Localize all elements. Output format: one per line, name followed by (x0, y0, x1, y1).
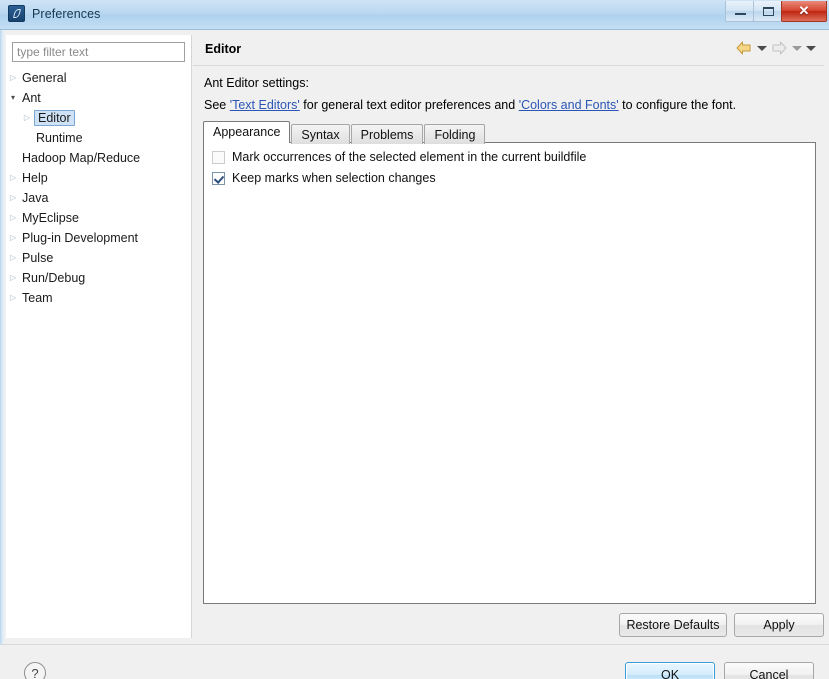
sidebar-item-label: Run/Debug (22, 271, 86, 285)
chevron-right-icon[interactable]: ▷ (6, 288, 20, 308)
preferences-tree: ▷ General ▾ Ant ▷ Editor ▷ Runtime ▷ (6, 68, 191, 308)
sidebar-item-label: Team (22, 291, 53, 305)
sidebar-item-label: General (22, 71, 67, 85)
sidebar-item-label: Pulse (22, 251, 54, 265)
filter-input[interactable] (12, 42, 185, 62)
sidebar-item-help[interactable]: ▷ Help (6, 168, 191, 188)
chevron-right-icon[interactable]: ▷ (6, 188, 20, 208)
ok-button[interactable]: OK (625, 662, 715, 679)
desc-prefix: See (204, 98, 230, 112)
chevron-right-icon[interactable]: ▷ (6, 208, 20, 228)
chevron-right-icon[interactable]: ▷ (20, 108, 34, 128)
page-description-line2: See 'Text Editors' for general text edit… (204, 98, 736, 112)
chevron-right-icon[interactable]: ▷ (6, 68, 20, 88)
sidebar-item-hadoop-map-reduce[interactable]: ▷ Hadoop Map/Reduce (6, 148, 191, 168)
chevron-right-icon[interactable]: ▷ (6, 248, 20, 268)
page-header: Editor (193, 35, 824, 66)
apply-button[interactable]: Apply (734, 613, 824, 637)
sidebar-item-pulse[interactable]: ▷ Pulse (6, 248, 191, 268)
restore-defaults-button[interactable]: Restore Defaults (619, 613, 727, 637)
sidebar-item-label: Ant (22, 91, 41, 105)
chevron-right-icon[interactable]: ▷ (6, 168, 20, 188)
page-navigation-toolbar (735, 40, 816, 56)
sidebar-item-label: Help (22, 171, 48, 185)
sidebar-item-ant[interactable]: ▾ Ant (6, 88, 191, 108)
sidebar-item-myeclipse[interactable]: ▷ MyEclipse (6, 208, 191, 228)
tree-spacer: ▷ (6, 148, 20, 168)
view-menu-dropdown-icon[interactable] (805, 40, 816, 56)
title-bar-left: Preferences (8, 5, 101, 22)
tab-problems[interactable]: Problems (350, 124, 424, 144)
close-button[interactable]: ✕ (781, 1, 827, 22)
checkbox-icon[interactable] (212, 150, 225, 164)
tab-panel-appearance: Mark occurrences of the selected element… (203, 142, 816, 604)
desc-suffix: to configure the font. (618, 98, 737, 112)
window-left-border (0, 30, 5, 679)
sidebar-item-label: Plug-in Development (22, 231, 139, 245)
forward-history-dropdown-icon (791, 40, 802, 56)
page-title: Editor (205, 42, 242, 56)
sidebar-item-label: Runtime (36, 131, 83, 145)
sidebar-item-team[interactable]: ▷ Team (6, 288, 191, 308)
sidebar-item-label: Java (22, 191, 49, 205)
sidebar-item-plug-in-development[interactable]: ▷ Plug-in Development (6, 228, 191, 248)
sidebar-item-editor[interactable]: ▷ Editor (6, 108, 191, 128)
sidebar-item-label: Hadoop Map/Reduce (22, 151, 141, 165)
dialog-body: ▷ General ▾ Ant ▷ Editor ▷ Runtime ▷ (0, 30, 829, 679)
forward-arrow-icon (770, 40, 788, 56)
maximize-icon (763, 7, 774, 16)
page-description-line1: Ant Editor settings: (204, 76, 309, 90)
chevron-right-icon[interactable]: ▷ (6, 228, 20, 248)
text-editors-link[interactable]: 'Text Editors' (230, 98, 300, 112)
chevron-down-icon[interactable]: ▾ (6, 88, 20, 108)
colors-and-fonts-link[interactable]: 'Colors and Fonts' (519, 98, 619, 112)
checkbox-checked-icon[interactable] (212, 171, 225, 185)
option-mark-occurrences[interactable]: Mark occurrences of the selected element… (212, 150, 586, 164)
sidebar-item-java[interactable]: ▷ Java (6, 188, 191, 208)
tree-spacer: ▷ (20, 128, 34, 148)
chevron-right-icon[interactable]: ▷ (6, 268, 20, 288)
eclipse-app-icon (8, 5, 25, 22)
window-controls: ✕ (725, 1, 827, 23)
tab-bar: Appearance Syntax Problems Folding (203, 121, 486, 144)
sidebar-item-label: MyEclipse (22, 211, 79, 225)
cancel-button[interactable]: Cancel (724, 662, 814, 679)
dialog-footer: ? OK Cancel (0, 645, 829, 679)
sidebar-item-run-debug[interactable]: ▷ Run/Debug (6, 268, 191, 288)
maximize-button[interactable] (753, 1, 782, 22)
preferences-tree-pane: ▷ General ▾ Ant ▷ Editor ▷ Runtime ▷ (6, 35, 192, 638)
option-keep-marks[interactable]: Keep marks when selection changes (212, 171, 436, 185)
minimize-button[interactable] (725, 1, 754, 22)
window-title: Preferences (32, 6, 101, 21)
preference-page: Editor Ant Editor settings: See 'Text Ed… (193, 35, 824, 638)
tab-appearance[interactable]: Appearance (203, 121, 291, 143)
tab-syntax[interactable]: Syntax (291, 124, 350, 144)
preferences-dialog: Preferences ✕ ▷ General (0, 0, 829, 679)
desc-middle: for general text editor preferences and (299, 98, 519, 112)
sidebar-item-general[interactable]: ▷ General (6, 68, 191, 88)
title-bar: Preferences ✕ (0, 0, 829, 30)
option-label: Mark occurrences of the selected element… (232, 150, 587, 164)
tab-folding[interactable]: Folding (424, 124, 486, 144)
minimize-icon (735, 13, 746, 15)
back-arrow-icon[interactable] (735, 40, 753, 56)
help-icon[interactable]: ? (24, 662, 46, 679)
sidebar-item-label: Editor (34, 110, 75, 126)
back-history-dropdown-icon[interactable] (756, 40, 767, 56)
option-label: Keep marks when selection changes (232, 171, 436, 185)
sidebar-item-runtime[interactable]: ▷ Runtime (6, 128, 191, 148)
close-icon: ✕ (798, 3, 810, 18)
